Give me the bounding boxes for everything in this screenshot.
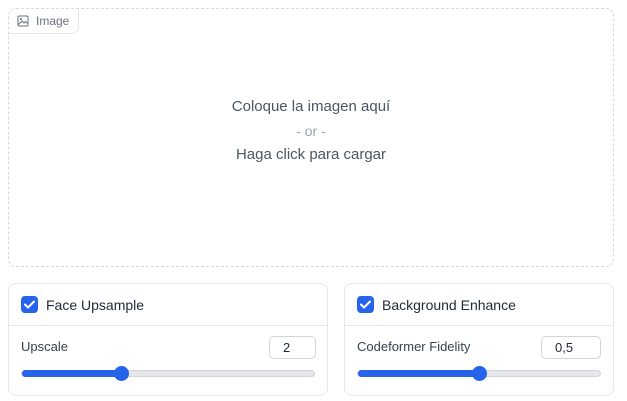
check-icon [360, 300, 371, 309]
or-text: - or - [296, 123, 326, 139]
upscale-slider-thumb[interactable] [114, 366, 130, 381]
fidelity-slider-thumb[interactable] [472, 366, 487, 381]
image-tab-label: Image [36, 14, 70, 28]
upscale-slider-fill [22, 370, 122, 377]
codeformer-fidelity-label: Codeformer Fidelity [357, 339, 471, 354]
fidelity-slider[interactable] [357, 366, 601, 381]
face-upsample-row[interactable]: Face Upsample [9, 284, 327, 326]
background-enhance-label: Background Enhance [382, 296, 516, 313]
check-icon [24, 300, 35, 309]
upscale-number-input[interactable]: 2 [269, 336, 316, 359]
face-upsample-panel: Face Upsample Upscale 2 [8, 283, 328, 396]
image-upload-dropzone[interactable]: Image Coloque la imagen aquí - or - Haga… [8, 8, 614, 267]
upscale-slider[interactable] [21, 366, 315, 381]
image-tab: Image [9, 9, 80, 34]
face-upsample-checkbox[interactable] [21, 296, 38, 313]
drop-text: Coloque la imagen aquí [231, 98, 391, 115]
upscale-label: Upscale [21, 339, 68, 354]
background-enhance-row[interactable]: Background Enhance [345, 284, 613, 326]
face-upsample-label: Face Upsample [46, 296, 145, 313]
click-to-upload-text[interactable]: Haga click para cargar [9, 143, 613, 167]
upload-instructions: Coloque la imagen aquí - or - Haga click… [9, 95, 613, 167]
fidelity-number-input[interactable]: 0,5 [541, 336, 601, 359]
background-enhance-panel: Background Enhance Codeformer Fidelity 0… [344, 283, 614, 396]
background-enhance-checkbox[interactable] [357, 296, 374, 313]
image-icon [17, 15, 29, 27]
fidelity-slider-fill [358, 370, 479, 377]
